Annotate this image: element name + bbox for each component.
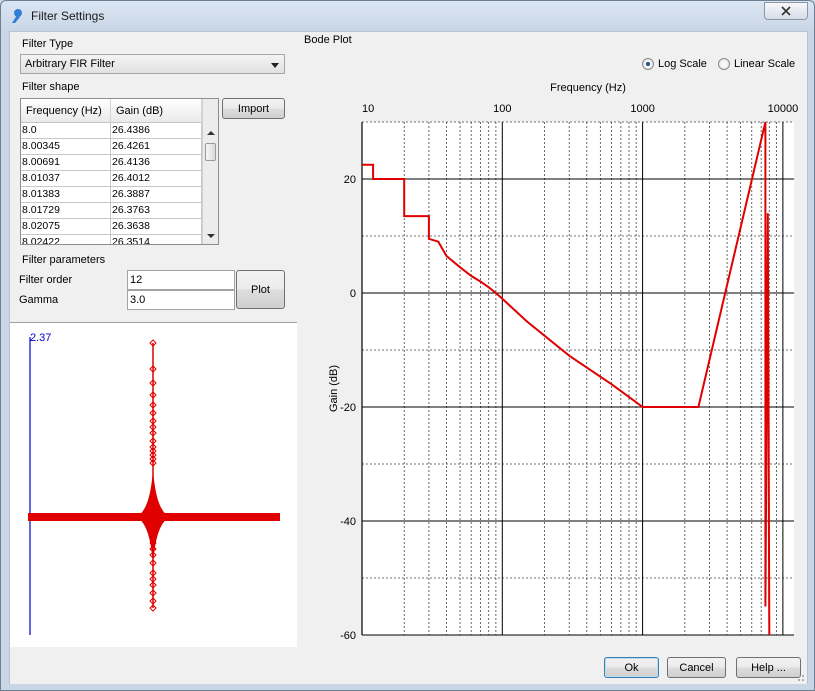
y-tick-label: 20	[344, 174, 356, 186]
y-axis-label: Gain (dB)	[328, 365, 340, 412]
radio-selected-icon	[642, 58, 654, 70]
dialog-content: Filter Type Arbitrary FIR Filter Filter …	[9, 31, 808, 684]
filter-parameters-label: Filter parameters	[22, 254, 106, 266]
frequency-cell[interactable]: 8.00691	[21, 155, 111, 171]
gain-cell[interactable]: 26.3763	[111, 203, 202, 219]
scroll-up-icon[interactable]	[207, 131, 215, 135]
x-tick-label: 10000	[768, 103, 799, 115]
gain-cell[interactable]: 26.3638	[111, 219, 202, 235]
log-scale-radio[interactable]: Log Scale	[642, 58, 707, 70]
button-bar: Ok Cancel Help ...	[10, 647, 807, 684]
table-header: Frequency (Hz) Gain (dB)	[21, 99, 202, 123]
x-tick-label: 10	[362, 103, 374, 115]
table-row[interactable]: 8.0 26.4386	[21, 123, 202, 139]
table-row[interactable]: 8.00345 26.4261	[21, 139, 202, 155]
window-title: Filter Settings	[31, 9, 105, 23]
y-tick-label: -60	[340, 630, 356, 642]
gain-cell[interactable]: 26.4136	[111, 155, 202, 171]
app-icon	[12, 9, 22, 23]
gain-cell[interactable]: 26.4261	[111, 139, 202, 155]
frequency-cell[interactable]: 8.01037	[21, 171, 111, 187]
frequency-cell[interactable]: 8.01729	[21, 203, 111, 219]
help-button[interactable]: Help ...	[736, 657, 801, 678]
linear-scale-label: Linear Scale	[734, 58, 796, 70]
filter-shape-label: Filter shape	[22, 81, 80, 93]
impulse-response-canvas: 2.37	[28, 332, 280, 635]
gamma-label: Gamma	[19, 294, 59, 306]
close-button[interactable]	[764, 2, 808, 20]
y-tick-label: 0	[350, 288, 356, 300]
filter-type-dropdown[interactable]: Arbitrary FIR Filter	[20, 54, 285, 74]
filter-type-label: Filter Type	[22, 38, 74, 50]
chevron-down-icon	[271, 63, 279, 68]
import-button[interactable]: Import	[222, 98, 285, 119]
filter-settings-window: Filter Settings Filter Type Arbitrary FI…	[0, 0, 815, 691]
close-icon	[781, 6, 791, 16]
impulse-max-label: 2.37	[30, 332, 51, 344]
radio-unselected-icon	[718, 58, 730, 70]
column-header-frequency[interactable]: Frequency (Hz)	[21, 99, 111, 123]
gain-cell[interactable]: 26.3887	[111, 187, 202, 203]
plot-button[interactable]: Plot	[236, 270, 285, 309]
column-header-gain[interactable]: Gain (dB)	[111, 99, 202, 123]
bode-chart-svg: 10 100 1000 10000 20 0 -20 -40 -60 Frequency (Hz)…	[328, 82, 799, 642]
x-tick-label: 1000	[630, 103, 654, 115]
resize-grip-icon[interactable]	[795, 672, 805, 682]
plot-area	[362, 122, 794, 635]
table-row[interactable]: 8.01037 26.4012	[21, 171, 202, 187]
table-row[interactable]: 8.02422 26.3514	[21, 235, 202, 244]
bode-chart: 10 100 1000 10000 20 0 -20 -40 -60 Frequency (Hz)…	[297, 72, 809, 644]
table-row[interactable]: 8.01729 26.3763	[21, 203, 202, 219]
log-scale-label: Log Scale	[658, 58, 707, 70]
filter-type-value: Arbitrary FIR Filter	[25, 58, 115, 70]
filter-order-field[interactable]: 12	[127, 270, 235, 290]
table-row[interactable]: 8.02075 26.3638	[21, 219, 202, 235]
gain-cell[interactable]: 26.4012	[111, 171, 202, 187]
scroll-thumb[interactable]	[205, 143, 216, 161]
gamma-field[interactable]: 3.0	[127, 290, 235, 310]
frequency-cell[interactable]: 8.02422	[21, 235, 111, 244]
filter-shape-table[interactable]: Frequency (Hz) Gain (dB) 8.0 26.4386 8.003…	[20, 98, 219, 245]
title-bar: Filter Settings	[1, 1, 814, 31]
cancel-button[interactable]: Cancel	[667, 657, 726, 678]
gain-cell[interactable]: 26.3514	[111, 235, 202, 244]
table-scrollbar[interactable]	[202, 99, 218, 244]
impulse-response-plot: 2.37	[10, 322, 297, 684]
y-tick-label: -40	[340, 516, 356, 528]
frequency-cell[interactable]: 8.0	[21, 123, 111, 139]
impulse-peak	[135, 469, 171, 565]
y-tick-label: -20	[340, 402, 356, 414]
gain-cell[interactable]: 26.4386	[111, 123, 202, 139]
filter-order-label: Filter order	[19, 274, 73, 286]
table-body: 8.0 26.4386 8.00345 26.4261 8.00691 26.4136 8.…	[21, 123, 202, 244]
table-row[interactable]: 8.01383 26.3887	[21, 187, 202, 203]
x-axis-label: Frequency (Hz)	[550, 82, 626, 94]
frequency-cell[interactable]: 8.00345	[21, 139, 111, 155]
frequency-cell[interactable]: 8.02075	[21, 219, 111, 235]
ok-button[interactable]: Ok	[604, 657, 659, 678]
linear-scale-radio[interactable]: Linear Scale	[718, 58, 795, 70]
table-row[interactable]: 8.00691 26.4136	[21, 155, 202, 171]
frequency-cell[interactable]: 8.01383	[21, 187, 111, 203]
scroll-down-icon[interactable]	[207, 234, 215, 238]
x-tick-label: 100	[493, 103, 511, 115]
bode-plot-label: Bode Plot	[304, 34, 352, 46]
